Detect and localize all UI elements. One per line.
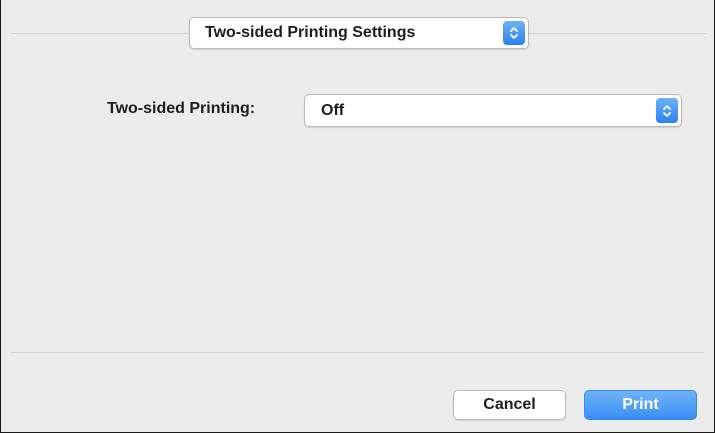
up-down-chevron-icon [503,21,525,45]
print-dialog: Two-sided Printing Settings Two-sided Pr… [0,0,715,433]
separator-right [529,33,707,34]
panel-selector-value: Two-sided Printing Settings [205,24,416,41]
cancel-button[interactable]: Cancel [453,390,566,420]
two-sided-printing-label: Two-sided Printing: [107,100,256,117]
up-down-chevron-icon [656,98,678,123]
two-sided-printing-value: Off [321,101,345,119]
two-sided-printing-popup[interactable]: Off [304,94,682,127]
bottom-separator [11,352,704,353]
print-button[interactable]: Print [584,390,697,420]
separator-left [11,33,189,34]
panel-selector-popup[interactable]: Two-sided Printing Settings [189,17,529,49]
